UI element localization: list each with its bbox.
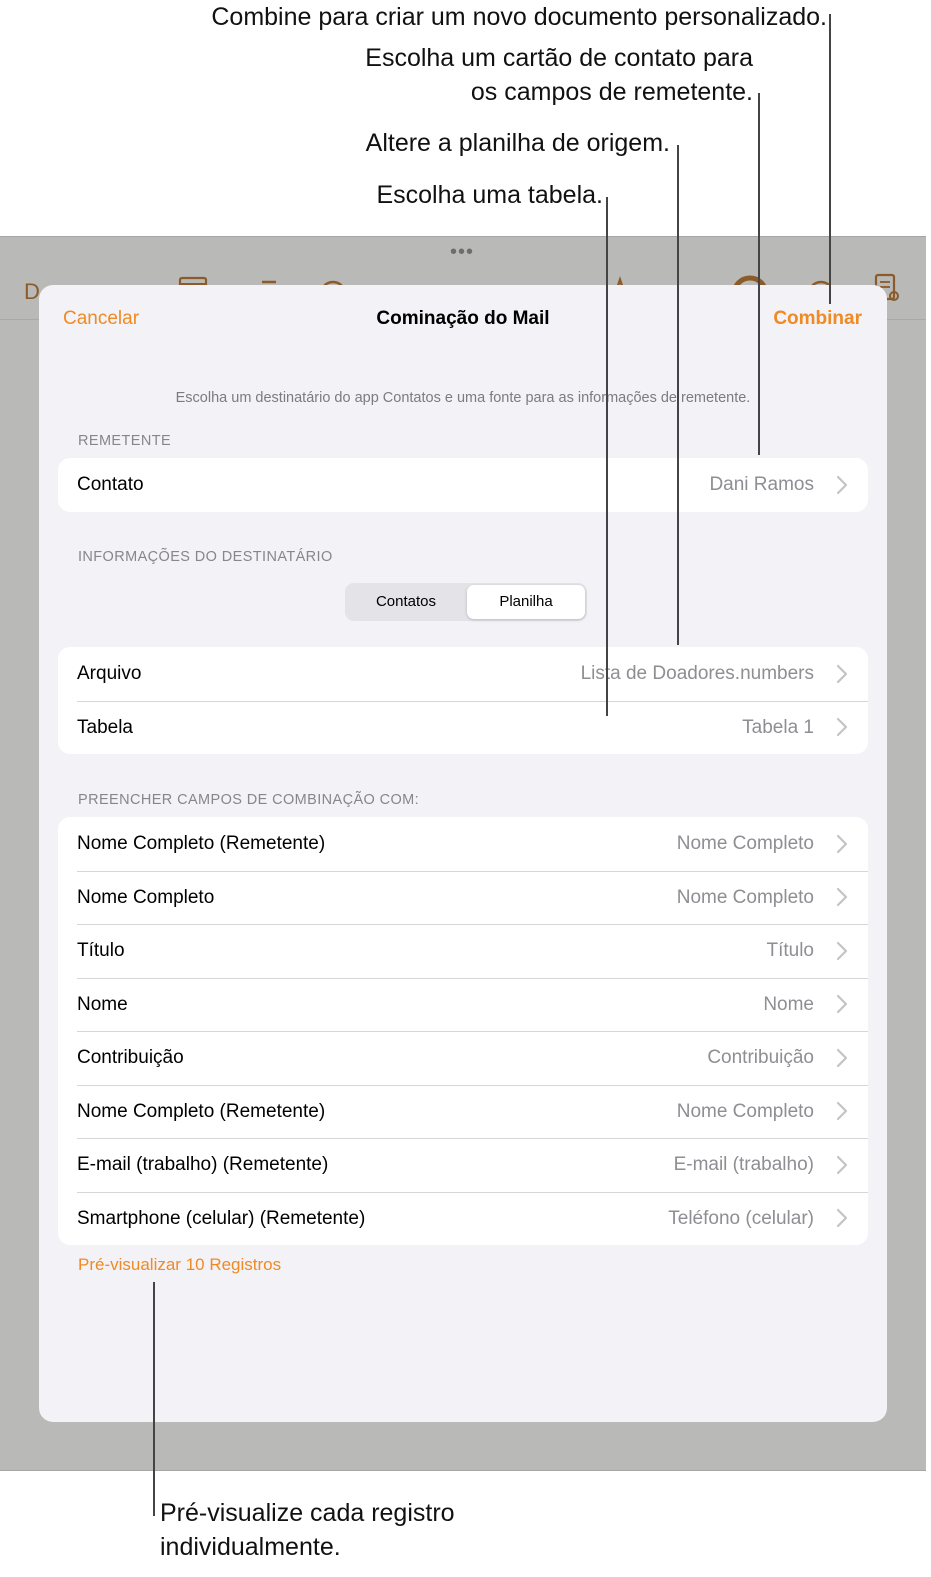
table-row[interactable]: Tabela Tabela 1	[58, 700, 868, 755]
chevron-right-icon	[836, 924, 850, 978]
row-label: Nome Completo (Remetente)	[77, 833, 326, 854]
file-row[interactable]: Arquivo Lista de Doadores.numbers	[58, 647, 868, 701]
chevron-right-icon	[836, 458, 850, 512]
row-value: Lista de Doadores.numbers	[580, 663, 814, 684]
segment-planilha[interactable]: Planilha	[467, 585, 585, 619]
merge-field-row[interactable]: Contribuição Contribuição	[58, 1031, 868, 1085]
chevron-right-icon	[836, 817, 850, 871]
merge-field-row[interactable]: E-mail (trabalho) (Remetente) E-mail (tr…	[58, 1138, 868, 1192]
chevron-right-icon	[836, 1192, 850, 1246]
row-label: Arquivo	[77, 663, 142, 684]
row-label: Smartphone (celular) (Remetente)	[77, 1207, 366, 1229]
chevron-right-icon	[836, 647, 850, 701]
callout-combine: Combine para criar um novo documento per…	[211, 3, 827, 31]
row-label: Tabela	[77, 716, 133, 738]
preview-records-link[interactable]: Pré-visualizar 10 Registros	[78, 1254, 281, 1276]
row-label: Nome Completo (Remetente)	[77, 1100, 326, 1122]
chevron-right-icon	[836, 1138, 850, 1192]
recipient-group: Arquivo Lista de Doadores.numbers Tabela…	[58, 647, 868, 754]
merge-fields-section-header: PREENCHER CAMPOS DE COMBINAÇÃO COM:	[78, 792, 420, 808]
row-label: Nome Completo	[77, 886, 215, 908]
sender-group: Contato Dani Ramos	[58, 458, 868, 512]
row-value: Tabela 1	[742, 716, 814, 738]
callout-source: Altere a planilha de origem.	[365, 129, 670, 157]
merge-field-row[interactable]: Nome Nome	[58, 977, 868, 1032]
leader-line-preview	[153, 1282, 155, 1516]
row-value: Teléfono (celular)	[668, 1207, 814, 1229]
merge-fields-group: Nome Completo (Remetente) Nome Completo …	[58, 817, 868, 1245]
leader-line-source	[677, 145, 679, 645]
recipient-section-header: INFORMAÇÕES DO DESTINATÁRIO	[78, 549, 333, 565]
leader-line-contact	[758, 93, 760, 455]
callout-contact-line2: os campos de remetente.	[470, 78, 753, 106]
row-value: Dani Ramos	[709, 474, 814, 495]
callout-contact-line1: Escolha um cartão de contato para	[365, 44, 753, 72]
row-value: Nome Completo	[676, 886, 814, 908]
recipient-source-segmented-control[interactable]: Contatos Planilha	[345, 583, 587, 621]
row-value: Nome Completo	[676, 1100, 814, 1122]
chevron-right-icon	[836, 1031, 850, 1085]
segment-contatos[interactable]: Contatos	[347, 585, 465, 619]
combine-button[interactable]: Combinar	[773, 305, 862, 333]
row-label: Contribuição	[77, 1047, 184, 1068]
callout-table: Escolha uma tabela.	[376, 181, 603, 209]
merge-field-row[interactable]: Nome Completo Nome Completo	[58, 870, 868, 925]
chevron-right-icon	[836, 871, 850, 925]
row-value: Nome	[763, 993, 814, 1015]
callout-preview-line1: Pré-visualize cada registro	[160, 1499, 455, 1527]
merge-field-row[interactable]: Nome Completo (Remetente) Nome Completo	[58, 1084, 868, 1139]
leader-line-table	[606, 197, 608, 716]
callout-preview-line2: individualmente.	[160, 1533, 341, 1561]
row-label: Contato	[77, 474, 144, 495]
merge-field-row[interactable]: Título Título	[58, 924, 868, 978]
row-label: E-mail (trabalho) (Remetente)	[77, 1154, 329, 1175]
row-value: Contribuição	[707, 1047, 814, 1068]
row-value: Título	[766, 940, 814, 961]
sender-section-header: REMETENTE	[78, 433, 172, 449]
row-label: Título	[77, 940, 125, 961]
merge-field-row[interactable]: Smartphone (celular) (Remetente) Teléfon…	[58, 1191, 868, 1246]
merge-field-row[interactable]: Nome Completo (Remetente) Nome Completo	[58, 817, 868, 871]
grabber-dots[interactable]: •••	[450, 242, 474, 262]
chevron-right-icon	[836, 1085, 850, 1139]
toolbar-partial-label: D	[24, 279, 40, 304]
contact-row[interactable]: Contato Dani Ramos	[58, 458, 868, 512]
row-value: Nome Completo	[676, 833, 814, 854]
chevron-right-icon	[836, 701, 850, 755]
row-label: Nome	[77, 993, 128, 1015]
chevron-right-icon	[836, 978, 850, 1032]
leader-line-combine	[829, 14, 831, 304]
row-value: E-mail (trabalho)	[673, 1154, 814, 1175]
